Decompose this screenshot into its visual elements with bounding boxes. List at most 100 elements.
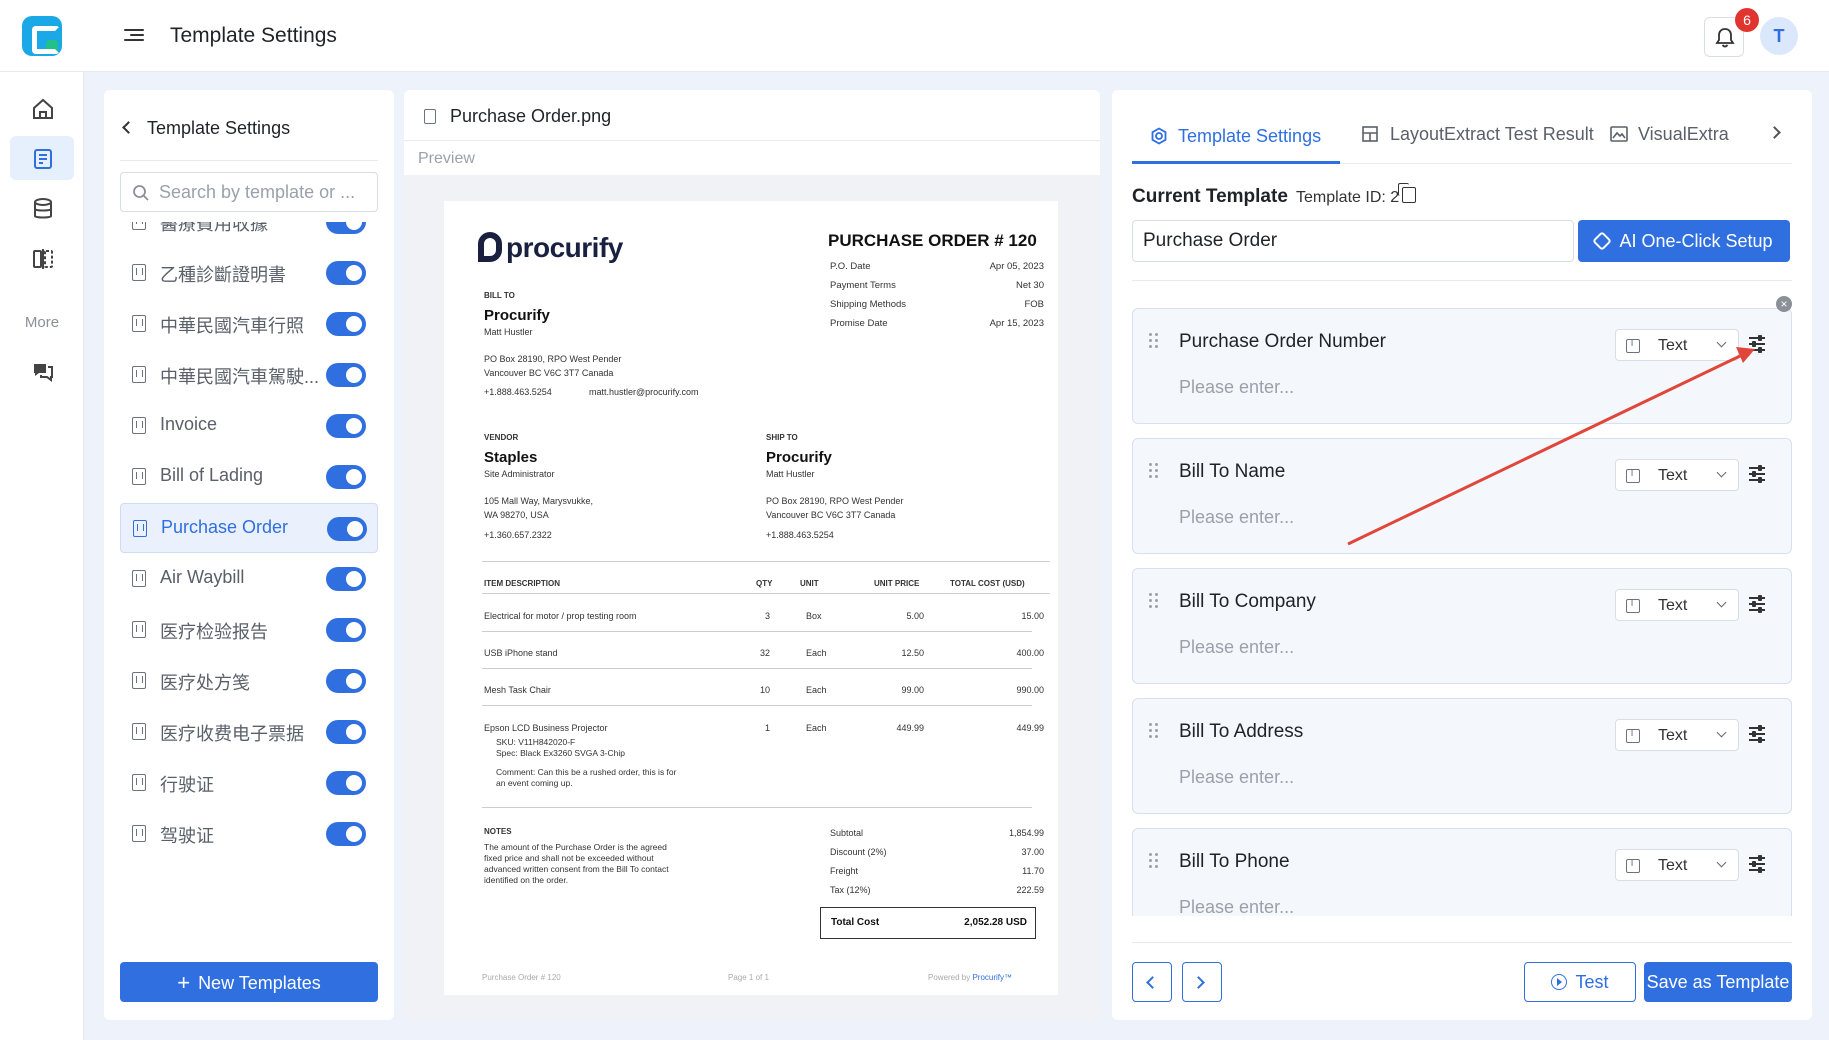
drag-handle-icon[interactable] xyxy=(1149,333,1159,351)
field-settings-sliders-icon[interactable] xyxy=(1749,725,1767,743)
field-settings-sliders-icon[interactable] xyxy=(1749,335,1767,353)
template-enable-toggle[interactable] xyxy=(326,312,366,336)
ai-icon xyxy=(1592,231,1613,251)
field-settings-sliders-icon[interactable] xyxy=(1749,465,1767,483)
template-enable-toggle[interactable] xyxy=(326,414,366,438)
field-value-placeholder[interactable]: Please enter... xyxy=(1179,897,1294,916)
field-type-select[interactable]: Text xyxy=(1615,589,1739,621)
field-card[interactable]: Bill To Name Please enter... Text xyxy=(1132,438,1792,554)
field-settings-sliders-icon[interactable] xyxy=(1749,855,1767,873)
vendor-phone: +1.360.657.2322 xyxy=(484,530,552,540)
bill-to-name: Matt Hustler xyxy=(484,327,533,337)
template-item[interactable]: 医疗处方笺 xyxy=(120,656,378,706)
bill-to-email: matt.hustler@procurify.com xyxy=(589,387,699,397)
template-enable-toggle[interactable] xyxy=(326,720,366,744)
template-enable-toggle[interactable] xyxy=(326,363,366,387)
field-card[interactable]: Purchase Order Number Please enter... Te… xyxy=(1132,308,1792,424)
menu-toggle-icon[interactable] xyxy=(124,26,144,46)
template-item-label: Air Waybill xyxy=(160,567,245,587)
template-item[interactable]: 中華民國汽車駕駛... xyxy=(120,350,378,400)
po-meta-label: P.O. Date xyxy=(830,261,871,272)
template-item-label: 乙種診斷證明書 xyxy=(160,265,286,285)
document-icon xyxy=(132,774,146,791)
chevron-left-icon xyxy=(122,121,135,134)
field-type-select[interactable]: Text xyxy=(1615,459,1739,491)
tab-label: Template Settings xyxy=(1178,126,1322,146)
notes-label: NOTES xyxy=(484,827,512,836)
template-search[interactable] xyxy=(120,172,378,212)
template-item[interactable]: Air Waybill xyxy=(120,554,378,604)
template-item[interactable]: 乙種診斷證明書 xyxy=(120,248,378,298)
field-type-label: Text xyxy=(1658,337,1688,354)
template-name-input[interactable] xyxy=(1132,220,1574,262)
template-item[interactable]: 医疗收费电子票据 xyxy=(120,707,378,757)
home-nav-item[interactable] xyxy=(10,86,74,130)
drag-handle-icon[interactable] xyxy=(1149,723,1159,741)
field-name: Bill To Name xyxy=(1179,461,1286,482)
field-type-select[interactable]: Text xyxy=(1615,719,1739,751)
template-item[interactable]: Bill of Lading xyxy=(120,452,378,502)
template-item-label: 驾驶证 xyxy=(160,826,214,846)
template-enable-toggle[interactable] xyxy=(326,669,366,693)
column-header: TOTAL COST (USD) xyxy=(950,579,1025,588)
close-icon[interactable]: × xyxy=(1776,296,1792,312)
copy-icon[interactable] xyxy=(1398,183,1416,203)
preview-canvas[interactable]: procurify PURCHASE ORDER # 120 P.O. Date… xyxy=(404,175,1100,1020)
field-settings-sliders-icon[interactable] xyxy=(1749,595,1767,613)
back-to-settings-link[interactable]: Template Settings xyxy=(122,118,290,139)
template-enable-toggle[interactable] xyxy=(326,618,366,642)
field-type-select[interactable]: Text xyxy=(1615,329,1739,361)
templates-nav-item[interactable] xyxy=(10,136,74,180)
template-enable-toggle[interactable] xyxy=(326,465,366,489)
tabs-scroll-right-button[interactable] xyxy=(1762,114,1792,154)
search-input[interactable] xyxy=(159,181,369,203)
template-enable-toggle[interactable] xyxy=(326,771,366,795)
database-nav-item[interactable] xyxy=(10,186,74,230)
template-enable-toggle[interactable] xyxy=(326,567,366,591)
template-item[interactable]: 行驶证 xyxy=(120,758,378,808)
template-item[interactable]: 医疗检验报告 xyxy=(120,605,378,655)
field-card[interactable]: Bill To Address Please enter... Text xyxy=(1132,698,1792,814)
item-qty: 3 xyxy=(764,611,770,621)
tab-layoutextract-result[interactable]: LayoutExtract Test Result xyxy=(1362,124,1594,145)
ai-one-click-setup-button[interactable]: AI One-Click Setup xyxy=(1578,220,1790,262)
drag-handle-icon[interactable] xyxy=(1149,463,1159,481)
template-item-selected[interactable]: Purchase Order xyxy=(120,503,378,553)
totals-value: 222.59 xyxy=(1016,885,1044,895)
field-value-placeholder[interactable]: Please enter... xyxy=(1179,377,1294,398)
drag-handle-icon[interactable] xyxy=(1149,853,1159,871)
divider xyxy=(1132,280,1792,281)
previous-button[interactable] xyxy=(1132,962,1172,1002)
tab-template-settings[interactable]: Template Settings xyxy=(1150,124,1321,147)
new-templates-button[interactable]: + New Templates xyxy=(120,962,378,1002)
field-card[interactable]: Bill To Phone Please enter... Text xyxy=(1132,828,1792,916)
po-meta-value: Apr 15, 2023 xyxy=(989,318,1044,329)
template-item-label: 中華民國汽車駕駛... xyxy=(160,367,320,387)
chevron-right-icon xyxy=(1192,976,1205,989)
field-type-label: Text xyxy=(1658,597,1688,614)
po-title: PURCHASE ORDER # 120 xyxy=(828,231,1037,250)
field-value-placeholder[interactable]: Please enter... xyxy=(1179,637,1294,658)
field-card[interactable]: Bill To Company Please enter... Text xyxy=(1132,568,1792,684)
template-item[interactable]: 中華民國汽車行照 xyxy=(120,299,378,349)
field-value-placeholder[interactable]: Please enter... xyxy=(1179,507,1294,528)
chat-nav-item[interactable] xyxy=(10,348,74,392)
template-enable-toggle[interactable] xyxy=(326,822,366,846)
tab-visualextract[interactable]: VisualExtra xyxy=(1610,124,1729,145)
app-logo-icon[interactable] xyxy=(22,16,62,56)
next-button[interactable] xyxy=(1182,962,1222,1002)
compare-nav-item[interactable] xyxy=(10,236,74,280)
template-item[interactable]: 驾驶证 xyxy=(120,809,378,859)
template-enable-toggle[interactable] xyxy=(327,517,367,541)
user-avatar[interactable]: T xyxy=(1760,17,1798,55)
test-button[interactable]: Test xyxy=(1524,962,1636,1002)
file-icon xyxy=(424,109,436,124)
field-type-select[interactable]: Text xyxy=(1615,849,1739,881)
template-item[interactable]: Invoice xyxy=(120,401,378,451)
template-item[interactable]: 醫療費用收據 xyxy=(120,222,378,247)
field-value-placeholder[interactable]: Please enter... xyxy=(1179,767,1294,788)
save-as-template-button[interactable]: Save as Template xyxy=(1644,962,1792,1002)
drag-handle-icon[interactable] xyxy=(1149,593,1159,611)
template-enable-toggle[interactable] xyxy=(326,261,366,285)
template-enable-toggle[interactable] xyxy=(326,222,366,234)
